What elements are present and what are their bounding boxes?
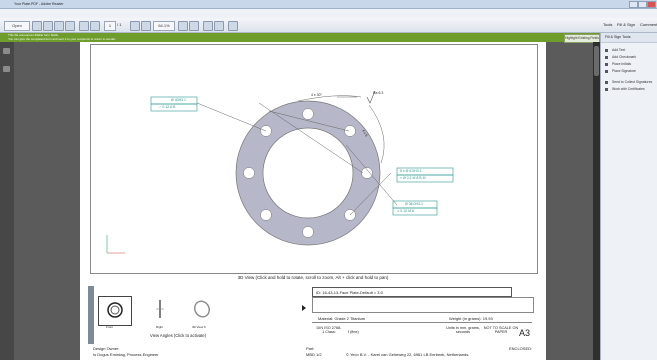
send-collect-signatures-item[interactable]: Send to Collect Signatures	[601, 79, 657, 86]
signature-icon	[605, 70, 608, 73]
tools-button[interactable]: Tools	[603, 21, 612, 29]
dim-inner-diameter: Ø 38.0H3.1	[405, 202, 423, 206]
create-icon[interactable]	[32, 21, 42, 31]
previous-page-icon[interactable]	[79, 21, 89, 31]
face-plate-part[interactable]	[235, 100, 381, 246]
zoom-out-icon[interactable]	[130, 21, 140, 31]
dim-inner-tolerance: ⟂ 0.10 M A	[397, 209, 415, 213]
view-thumb-front-label: Front	[106, 325, 114, 329]
add-checkmark-item[interactable]: Add Checkmark	[601, 54, 657, 61]
checkmark-icon	[605, 56, 608, 59]
zoom-in-icon[interactable]	[141, 21, 151, 31]
form-message-line2: You can give the completed form and sent…	[8, 37, 116, 41]
place-signature-item[interactable]: Place Signature	[601, 68, 657, 75]
din-iso-label: DIN ISO 2768-1 Class:	[316, 326, 342, 334]
fit-page-icon[interactable]	[178, 21, 188, 31]
tolerance-row: DIN ISO 2768-1 Class: f (fine) Units in …	[312, 324, 532, 342]
pages-icon[interactable]	[3, 48, 10, 54]
work-with-certificates-item[interactable]: Work with Certificates	[601, 86, 657, 93]
print-icon[interactable]	[54, 21, 64, 31]
sign-icon[interactable]	[214, 21, 224, 31]
design-owner-value: Is Dogus Emirdag, Process Engineer	[93, 352, 159, 357]
view-thumb-3d[interactable]	[186, 296, 218, 324]
scroll-thumb[interactable]	[594, 46, 599, 76]
page-total: / 1	[117, 22, 122, 27]
maximize-button[interactable]	[638, 1, 647, 8]
units-field: Units in mm, grams, seconds	[446, 326, 480, 334]
attachments-icon[interactable]	[3, 66, 10, 72]
view-thumb-3d-label: 3D View 6	[192, 325, 206, 329]
navigation-pane	[0, 42, 14, 360]
3d-view-caption: 3D View (Click and hold to rotate, scrol…	[237, 275, 389, 280]
place-initials-item[interactable]: Place Initials	[601, 61, 657, 68]
view-angles-caption: View Angles (Click to activate)	[150, 333, 207, 338]
3d-view-canvas[interactable]: Ø 40H3.1 ⟋ 0.12 A B 4 x 30° Ra 6.3 4 x 6…	[90, 44, 538, 274]
text-icon	[605, 49, 608, 52]
initials-icon	[605, 63, 608, 66]
weight-field: Weight (in grams): 19.93	[449, 316, 493, 321]
view-angles-bar	[88, 286, 94, 344]
notes-field	[312, 297, 534, 313]
dim-surface-roughness: Ra 6.3	[373, 91, 384, 95]
dim-bore-diameter: Ø 40H3.1	[171, 98, 186, 102]
material-row: Material: Grade 2 Titanium Weight (in gr…	[312, 313, 532, 323]
dim-bore-tolerance: ⟋ 0.12 A B	[159, 105, 176, 109]
form-message-bar: This file announces fillable form fields…	[0, 33, 600, 42]
dim-chamfer-angle: 4 x 30°	[311, 93, 322, 97]
chevron-right-icon	[605, 81, 608, 84]
close-button[interactable]	[647, 1, 656, 8]
view-thumb-right[interactable]	[144, 296, 176, 324]
page-number-input[interactable]: 1	[104, 21, 116, 31]
window-title: Your Plate.PDF - Adobe Reader	[14, 2, 64, 6]
enclosed-label: ENCLOSED:	[509, 346, 533, 351]
fill-sign-header[interactable]: Fill & Sign Tools	[601, 33, 657, 43]
expand-arrow-icon[interactable]	[302, 305, 306, 311]
toolbar: Open 1 / 1 64.1% Tools Fill & Sign Comme…	[0, 18, 657, 33]
din-class-value: f (fine)	[348, 330, 359, 334]
open-button[interactable]: Open	[4, 21, 30, 31]
part-label: Part:	[306, 346, 315, 351]
zoom-select[interactable]: 64.1%	[153, 21, 175, 31]
minimize-button[interactable]	[629, 1, 638, 8]
sheet-format: A3	[519, 328, 531, 338]
design-owner-label: Design Owner:	[93, 346, 120, 351]
menu-bar: File Edit View Window Help	[0, 9, 657, 23]
part-value: MBD 1/2	[306, 352, 322, 357]
comment-icon[interactable]	[203, 21, 213, 31]
dim-hole-pattern: 8 x Ø 6.0H3.1	[400, 169, 422, 173]
vertical-scrollbar[interactable]	[593, 42, 600, 360]
material-field: Material: Grade 2 Titanium	[318, 316, 366, 321]
save-icon[interactable]	[43, 21, 53, 31]
comment-button[interactable]: Comment	[640, 21, 657, 29]
title-bar: Your Plate.PDF - Adobe Reader	[0, 0, 657, 9]
part-id-field: ID: 16-43-13-Face Plate-Default = 3.0	[312, 287, 512, 297]
chevron-down-icon	[605, 88, 608, 91]
expand-icon[interactable]	[228, 21, 238, 31]
add-text-item[interactable]: Add Text	[601, 47, 657, 54]
view-thumb-front[interactable]	[98, 296, 132, 326]
company-address: © Yeco B.V. - Karel van Gelreweg 22, 696…	[346, 352, 470, 357]
fill-sign-panel: Fill & Sign Tools Add Text Add Checkmark…	[600, 33, 657, 360]
fit-width-icon[interactable]	[189, 21, 199, 31]
next-page-icon[interactable]	[90, 21, 100, 31]
email-icon[interactable]	[65, 21, 75, 31]
fill-sign-button[interactable]: Fill & Sign	[617, 21, 635, 29]
scale-note: NOT TO SCALE ON PAPER	[483, 326, 519, 334]
dim-hole-position: ⌖ Ø 0.2 M A B M	[400, 176, 426, 180]
view-thumb-right-label: Right	[156, 325, 164, 329]
